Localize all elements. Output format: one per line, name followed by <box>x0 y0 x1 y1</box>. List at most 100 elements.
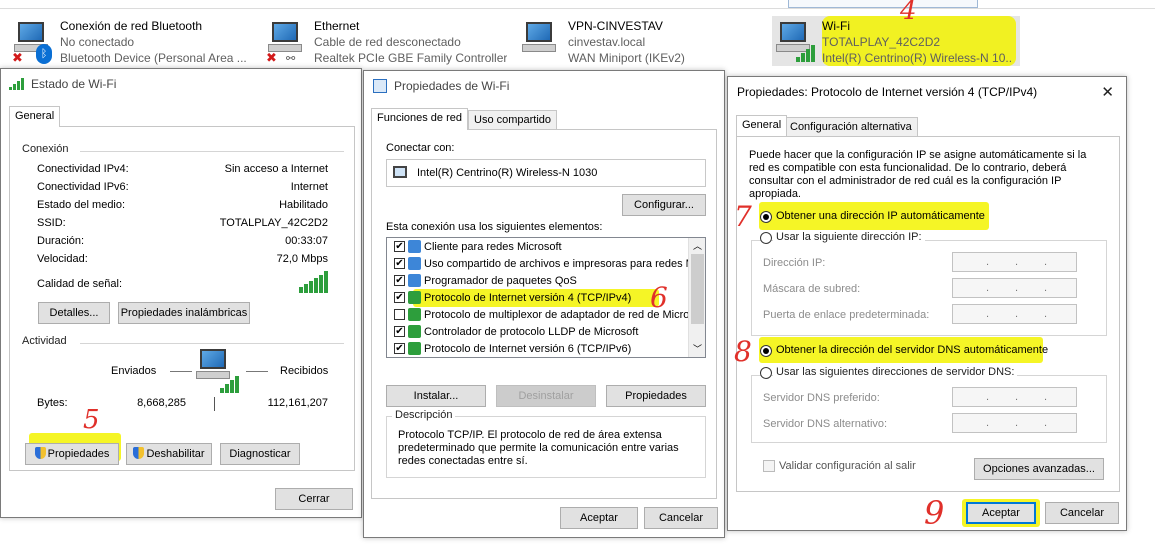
disable-button[interactable]: Deshabilitar <box>126 443 212 465</box>
cancel-button[interactable]: Cancelar <box>644 507 718 529</box>
duration-value: 00:33:07 <box>285 235 328 247</box>
signal-quality-label: Calidad de señal: <box>37 278 123 290</box>
uac-shield-icon <box>34 447 46 459</box>
list-item[interactable]: ✔ Cliente para redes Microsoft <box>391 239 687 256</box>
advanced-options-button[interactable]: Opciones avanzadas... <box>974 458 1104 480</box>
auto-dns-radio[interactable] <box>760 345 772 357</box>
disconnected-x-icon: ✖ <box>12 50 23 65</box>
configure-button[interactable]: Configurar... <box>622 194 706 216</box>
ipv4-properties-window: Propiedades: Protocolo de Internet versi… <box>727 76 1127 531</box>
connect-with-label: Conectar con: <box>386 142 455 154</box>
status-properties-button[interactable]: Propiedades <box>25 443 119 465</box>
monitor-icon <box>522 22 558 56</box>
list-item-ipv4[interactable]: ✔ Protocolo de Internet versión 4 (TCP/IP… <box>391 290 687 307</box>
list-scrollbar[interactable]: ︿ ﹀ <box>688 238 705 357</box>
accept-button[interactable]: Aceptar <box>966 502 1036 524</box>
checkbox[interactable]: ✔ <box>394 241 405 252</box>
activity-group-label: Actividad <box>19 335 70 347</box>
annotation-4: 4 <box>900 0 917 26</box>
checkbox[interactable] <box>394 309 405 320</box>
cancel-button[interactable]: Cancelar <box>1045 502 1119 524</box>
wifi-properties-window: Propiedades de Wi-Fi Funciones de red Us… <box>363 70 725 538</box>
network-bluetooth[interactable]: ✖ ᛒ Conexión de red Bluetooth No conecta… <box>10 16 260 66</box>
net-adapter: Realtek PCIe GBE Family Controller <box>314 51 508 65</box>
net-status: TOTALPLAY_42C2D2 <box>822 35 941 49</box>
uninstall-button: Desinstalar <box>496 385 596 407</box>
network-vpn[interactable]: VPN-CINVESTAV cinvestav.local WAN Minipo… <box>518 16 768 66</box>
network-ethernet[interactable]: ✖ ⚯ Ethernet Cable de red desconectado R… <box>264 16 514 66</box>
checkbox[interactable]: ✔ <box>394 258 405 269</box>
ipv6-conn-value: Internet <box>290 181 328 193</box>
diagnose-button[interactable]: Diagnosticar <box>220 443 300 465</box>
bytes-sent-value: 8,668,285 <box>137 397 186 409</box>
protocol-icon <box>408 342 421 355</box>
signal-bars-icon <box>796 44 815 62</box>
wireless-properties-button[interactable]: Propiedades inalámbricas <box>118 302 250 324</box>
scroll-thumb[interactable] <box>691 254 704 324</box>
general-panel: Conexión Conectividad IPv4: Sin acceso a… <box>9 126 355 471</box>
manual-ip-radio[interactable] <box>760 232 772 244</box>
net-name: Conexión de red Bluetooth <box>60 19 203 33</box>
auto-ip-radio[interactable] <box>760 211 772 223</box>
checkbox[interactable]: ✔ <box>394 343 405 354</box>
signal-bars-icon <box>9 78 25 90</box>
items-label: Esta conexión usa los siguientes element… <box>386 221 603 233</box>
alternate-dns-field: ... <box>952 413 1077 433</box>
network-adapter-icon <box>373 79 387 93</box>
intro-text: Puede hacer que la configuración IP se a… <box>749 149 1087 200</box>
item-label: Controlador de protocolo LLDP de Microso… <box>424 326 639 338</box>
validate-checkbox <box>763 460 775 472</box>
speed-value: 72,0 Mbps <box>276 253 328 265</box>
sent-label: Enviados <box>111 365 157 377</box>
annotation-6: 6 <box>650 281 668 314</box>
bluetooth-icon: ᛒ <box>36 44 52 64</box>
annotation-5: 5 <box>83 405 100 435</box>
manual-dns-radio[interactable] <box>760 367 772 379</box>
properties-button[interactable]: Propiedades <box>606 385 706 407</box>
list-item[interactable]: ✔ Uso compartido de archivos e impresoras… <box>391 256 695 273</box>
network-wifi[interactable]: Wi-Fi TOTALPLAY_42C2D2 Intel(R) Centrino… <box>772 0 1020 66</box>
tab-general[interactable]: General <box>736 115 788 136</box>
item-label: Protocolo de Internet versión 4 (TCP/IPv… <box>424 292 632 304</box>
annotation-9: 9 <box>924 494 945 532</box>
close-icon[interactable]: ✕ <box>1101 83 1114 101</box>
protocol-icon <box>408 325 421 338</box>
item-label: Programador de paquetes QoS <box>424 275 577 287</box>
top-strip <box>0 0 1155 9</box>
sent-line <box>170 371 192 372</box>
checkbox[interactable]: ✔ <box>394 326 405 337</box>
details-button[interactable]: Detalles... <box>38 302 110 324</box>
subnet-mask-label: Máscara de subred: <box>763 283 861 295</box>
window-title: Propiedades de Wi-Fi <box>364 71 724 101</box>
tab-general[interactable]: General <box>9 106 61 127</box>
auto-ip-label: Obtener una dirección IP automáticamente <box>776 210 985 222</box>
connection-group-label: Conexión <box>19 143 72 155</box>
accept-button[interactable]: Aceptar <box>560 507 638 529</box>
tab-alternate-config[interactable]: Configuración alternativa <box>784 117 918 137</box>
net-adapter: WAN Miniport (IKEv2) <box>568 51 685 65</box>
wifi-status-window: Estado de Wi-Fi General Conexión Conecti… <box>0 68 362 518</box>
checkbox[interactable]: ✔ <box>394 275 405 286</box>
description-label: Descripción <box>392 409 456 421</box>
bytes-received-value: 112,161,207 <box>267 397 328 409</box>
list-item[interactable]: Protocolo de multiplexor de adaptador de… <box>391 307 695 324</box>
divider <box>80 343 344 344</box>
tab-network-functions[interactable]: Funciones de red <box>371 108 468 130</box>
manual-ip-label: Usar la siguiente dirección IP: <box>773 231 925 243</box>
tab-sharing[interactable]: Uso compartido <box>468 110 558 130</box>
close-button[interactable]: Cerrar <box>275 488 353 510</box>
list-item[interactable]: ✔ Controlador de protocolo LLDP de Micros… <box>391 324 687 341</box>
scroll-up-icon[interactable]: ︿ <box>693 239 702 252</box>
preferred-dns-field: ... <box>952 387 1077 407</box>
gateway-field: ... <box>952 304 1077 324</box>
preferred-dns-label: Servidor DNS preferido: <box>763 392 880 404</box>
protocol-icon <box>408 308 421 321</box>
checkbox[interactable]: ✔ <box>394 292 405 303</box>
list-item[interactable]: ✔ Protocolo de Internet versión 6 (TCP/IP… <box>391 341 687 357</box>
client-icon <box>408 240 421 253</box>
install-button[interactable]: Instalar... <box>386 385 486 407</box>
window-title: Estado de Wi-Fi <box>1 69 361 99</box>
list-item[interactable]: ✔ Programador de paquetes QoS <box>391 273 687 290</box>
net-status: No conectado <box>60 35 135 49</box>
scroll-down-icon[interactable]: ﹀ <box>693 342 702 355</box>
